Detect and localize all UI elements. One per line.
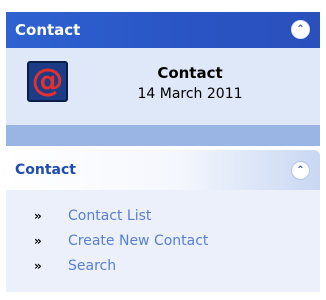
tasks-header-bar[interactable]: Contact ⌃ [6,150,320,190]
search-link[interactable]: Search [68,256,116,276]
list-item: » Create New Contact [6,231,320,251]
double-chevron-right-icon: » [34,234,42,248]
list-item: » Search [6,256,320,276]
contact-info-area: @ Contact 14 March 2011 [6,48,320,125]
contact-panel: Contact ⌃ @ Contact 14 March 2011 Contac… [0,0,326,300]
collapse-up-icon[interactable]: ⌃ [291,161,310,180]
create-new-contact-link[interactable]: Create New Contact [68,231,208,251]
collapse-up-icon[interactable]: ⌃ [291,20,310,39]
info-title: Contact [157,64,223,82]
double-chevron-right-icon: » [34,259,42,273]
at-symbol: @ [31,61,64,99]
tasks-header-title: Contact [15,162,76,178]
list-item: » Contact List [6,206,320,226]
contact-overview-pane: Contact ⌃ @ Contact 14 March 2011 [6,12,320,146]
contact-header-bar[interactable]: Contact ⌃ [6,12,320,48]
contact-list-link[interactable]: Contact List [68,206,151,226]
header-title: Contact [15,21,81,39]
mail-at-icon: @ [27,61,68,102]
double-chevron-right-icon: » [34,209,42,223]
info-date: 14 March 2011 [137,86,243,102]
contact-tasks-pane: Contact ⌃ » Contact List » Create New Co… [6,150,320,292]
panel-bottom-edge [6,292,320,293]
